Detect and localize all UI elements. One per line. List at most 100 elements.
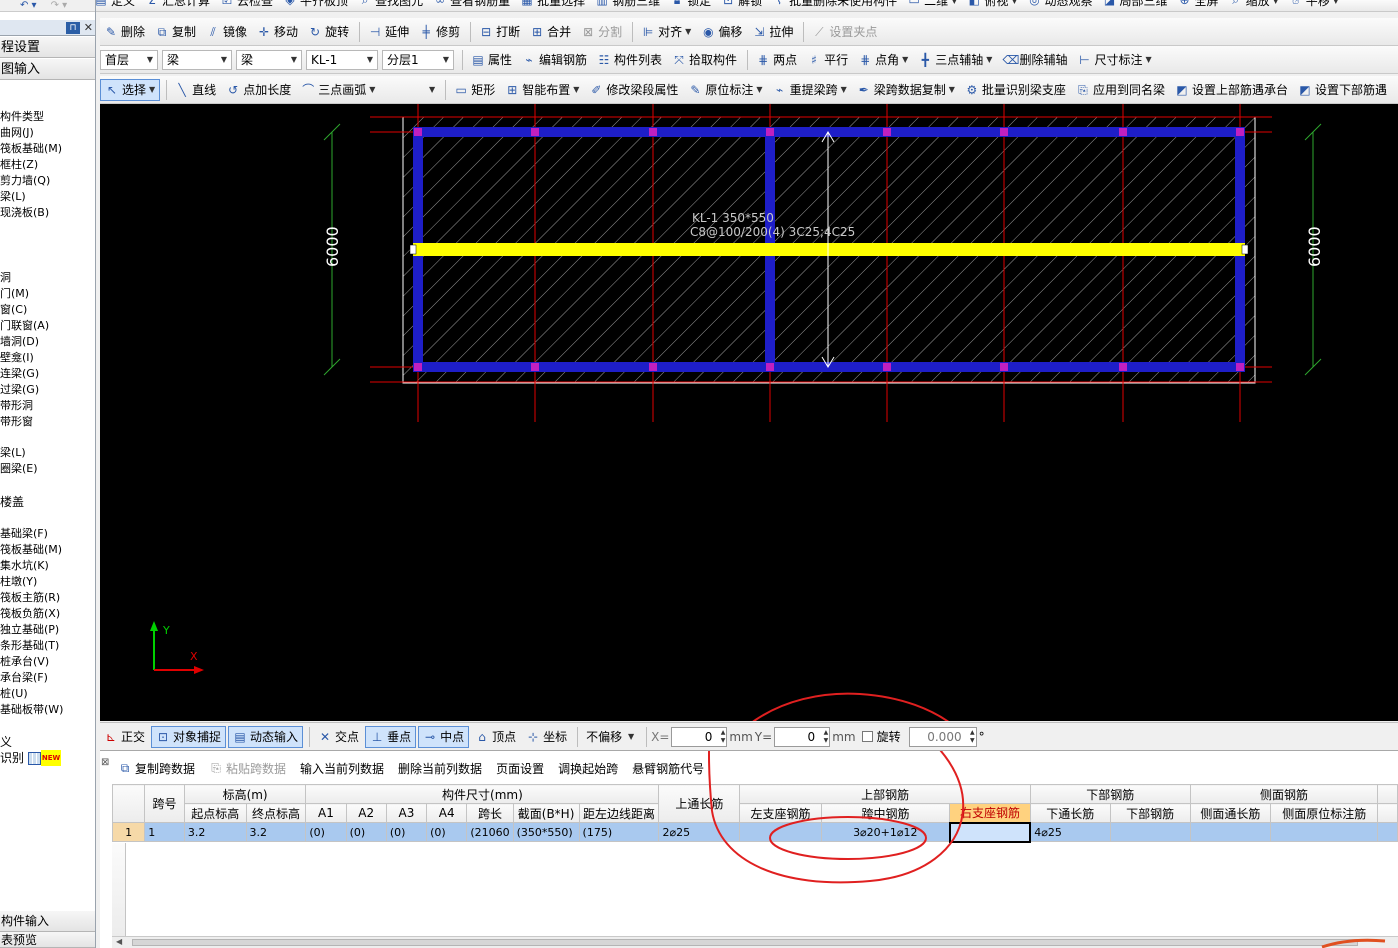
tree-item[interactable]: 墙洞(D) [0, 334, 39, 350]
delete-aux-button[interactable]: ⌫ 删除辅轴 [998, 49, 1071, 71]
tree-group[interactable]: 楼盖 [0, 494, 24, 510]
perpendicular-snap-button[interactable]: ⊥ 垂点 [365, 725, 417, 748]
pick-component-button[interactable]: ⤧ 拾取构件 [668, 49, 741, 71]
rotate-checkbox[interactable] [861, 731, 873, 742]
set-grip-button[interactable]: ⟋ 设置夹点 [808, 21, 881, 43]
summary-calc-button[interactable]: Σ 汇总计算 [141, 0, 214, 11]
tree-item[interactable]: 条形基础(T) [0, 638, 59, 654]
midpoint-snap-button[interactable]: ⊸ 中点 [418, 725, 470, 748]
offset-mode-select[interactable]: 不偏移 ▼ [582, 727, 638, 747]
cloud-check-button[interactable]: ☑ 云检查 [216, 0, 277, 11]
tree-item[interactable]: 过梁(G) [0, 382, 39, 398]
smart-layout-button[interactable]: ⊞ 智能布置 ▼ [501, 79, 583, 101]
tree-item[interactable]: 基础板带(W) [0, 702, 63, 718]
tree-item[interactable]: 带形洞 [0, 398, 33, 414]
object-snap-button[interactable]: ⊡ 对象捕捉 [151, 725, 227, 748]
tree-item[interactable]: 桩承台(V) [0, 654, 49, 670]
undo-icon[interactable]: ↶ ▾ [20, 0, 37, 11]
batch-delete-button[interactable]: ⌇ 批量删除未使用构件 [768, 0, 901, 11]
tree-item[interactable]: 曲网(J) [0, 125, 34, 141]
tree-item[interactable]: 圈梁(E) [0, 461, 38, 477]
select-button[interactable]: ↖ 选择 ▼ [100, 78, 161, 101]
tree-item[interactable]: 独立基础(P) [0, 622, 59, 638]
modify-span-button[interactable]: ✐ 修改梁段属性 [585, 79, 682, 101]
tab-drawing-input[interactable]: 图输入 [0, 59, 95, 80]
identify-item[interactable]: 识别 NEW [0, 750, 62, 766]
three-point-arc-button[interactable]: ⌒ 三点画弧 ▼ ▼ [297, 79, 439, 101]
local-3d-button[interactable]: ◪ 局部三维 [1099, 0, 1172, 11]
tree-item[interactable]: 剪力墙(Q) [0, 173, 50, 189]
tree-item[interactable]: 连梁(G) [0, 366, 39, 382]
x-input[interactable]: 0 ▲ ▼ [671, 726, 728, 747]
parallel-axis-button[interactable]: ♯ 平行 [803, 49, 852, 71]
batch-select-button[interactable]: ▦ 批量选择 [516, 0, 589, 11]
tree-item[interactable]: 现浇板(B) [0, 205, 49, 221]
delete-button[interactable]: ✎ 删除 [100, 21, 149, 43]
lock-button[interactable]: 🔒︎ 锁定 [666, 0, 715, 11]
three-point-aux-button[interactable]: ╋ 三点辅轴 ▼ [914, 49, 996, 71]
tab-component-input[interactable]: 构件输入 [0, 911, 95, 932]
tree-item[interactable]: 筏板基础(M) [0, 141, 62, 157]
mirror-button[interactable]: ⫽ 镜像 [202, 21, 251, 43]
tree-item[interactable]: 基础梁(F) [0, 526, 48, 542]
merge-button[interactable]: ⊞ 合并 [526, 21, 575, 43]
set-bottom-button[interactable]: ◩ 设置下部筋遇 [1294, 79, 1391, 101]
find-element-button[interactable]: ⌕ 查找图元 [354, 0, 427, 11]
tab-project-settings[interactable]: 程设置 [0, 37, 95, 58]
beam-label-name[interactable]: KL-1 350*550 [692, 211, 774, 225]
tree-item[interactable]: 筏板基础(M) [0, 542, 62, 558]
set-top-bearing-button[interactable]: ◩ 设置上部筋遇承台 [1171, 79, 1292, 101]
two-point-axis-button[interactable]: ⋕ 两点 [752, 49, 801, 71]
beam-end-grip[interactable] [1241, 244, 1249, 255]
batch-identify-button[interactable]: ⚙ 批量识别梁支座 [961, 79, 1070, 101]
type-select[interactable]: 梁 ▼ [162, 49, 232, 70]
copy-button[interactable]: ⧉ 复制 [151, 21, 200, 43]
tab-table-preview[interactable]: 表预览 [0, 932, 95, 948]
tree-item[interactable]: 柱墩(Y) [0, 574, 37, 590]
unlock-button[interactable]: ⊡ 解锁 [717, 0, 766, 11]
property-button[interactable]: ▤ 属性 [467, 49, 516, 71]
rectangle-button[interactable]: ▭ 矩形 [450, 79, 499, 101]
tree-item[interactable]: 筏板负筋(X) [0, 606, 60, 622]
beam-end-grip[interactable] [409, 244, 417, 255]
tree-item[interactable]: 壁龛(I) [0, 350, 34, 366]
fullscreen-button[interactable]: ⊕ 全屏 [1174, 0, 1223, 11]
tree-item[interactable]: 承台梁(F) [0, 670, 48, 686]
vertex-snap-button[interactable]: ⌂ 顶点 [471, 726, 520, 748]
layer-select[interactable]: 分层1 ▼ [382, 49, 454, 70]
spinner-icon[interactable]: ▲ ▼ [721, 729, 726, 745]
tree-item[interactable]: 桩(U) [0, 686, 28, 702]
tree-item[interactable]: 带形窗 [0, 414, 33, 430]
pin-icon[interactable]: ⊓ [66, 22, 80, 34]
intersection-snap-button[interactable]: ✕ 交点 [314, 726, 363, 748]
2d-button[interactable]: ▭ 二维 ▼ [903, 0, 961, 11]
split-button[interactable]: ⊠ 分割 [577, 21, 626, 43]
view-rebar-button[interactable]: ∞ 查看钢筋量 [429, 0, 514, 11]
tree-item[interactable]: 筏板主筋(R) [0, 590, 60, 606]
define-button[interactable]: ▤ 定义 [90, 0, 139, 11]
offset-button[interactable]: ◉ 偏移 [697, 21, 746, 43]
component-list-button[interactable]: ☷ 构件列表 [593, 49, 666, 71]
coordinate-snap-button[interactable]: ⊹ 坐标 [522, 726, 571, 748]
rotate-input[interactable]: 0.000 ▲ ▼ [908, 726, 977, 747]
flush-slab-top-button[interactable]: ◈ 平齐板顶 [279, 0, 352, 11]
ortho-button[interactable]: ⊾ 正交 [100, 726, 149, 748]
spinner-icon[interactable]: ▲ ▼ [970, 729, 975, 745]
beam-label-rebar[interactable]: C8@100/200(4) 3C25;4C25 [690, 225, 855, 239]
rebar-3d-button[interactable]: ▥ 钢筋三维 [591, 0, 664, 11]
dynamic-view-button[interactable]: ◎ 动态观察 [1024, 0, 1097, 11]
zoom-button[interactable]: ⌕ 缩放 ▼ [1225, 0, 1283, 11]
copy-span-data-button[interactable]: ✒ 梁跨数据复制 ▼ [853, 79, 959, 101]
tree-item[interactable]: 窗(C) [0, 302, 27, 318]
pan-button[interactable]: ✋︎ 平移 ▼ [1285, 0, 1343, 11]
tree-item[interactable]: 洞 [0, 270, 11, 286]
tree-item[interactable]: 门(M) [0, 286, 29, 302]
align-button[interactable]: ⊫ 对齐 ▼ [637, 21, 695, 43]
selected-beam-kl1[interactable] [413, 243, 1245, 256]
redo-icon[interactable]: ↷ ▾ [51, 0, 68, 11]
tree-item[interactable]: 框柱(Z) [0, 157, 38, 173]
close-icon[interactable]: ✕ [84, 21, 93, 34]
edit-rebar-button[interactable]: ⌁ 编辑钢筋 [518, 49, 591, 71]
subtype-select[interactable]: 梁 ▼ [236, 49, 302, 70]
tree-item[interactable]: 集水坑(K) [0, 558, 49, 574]
